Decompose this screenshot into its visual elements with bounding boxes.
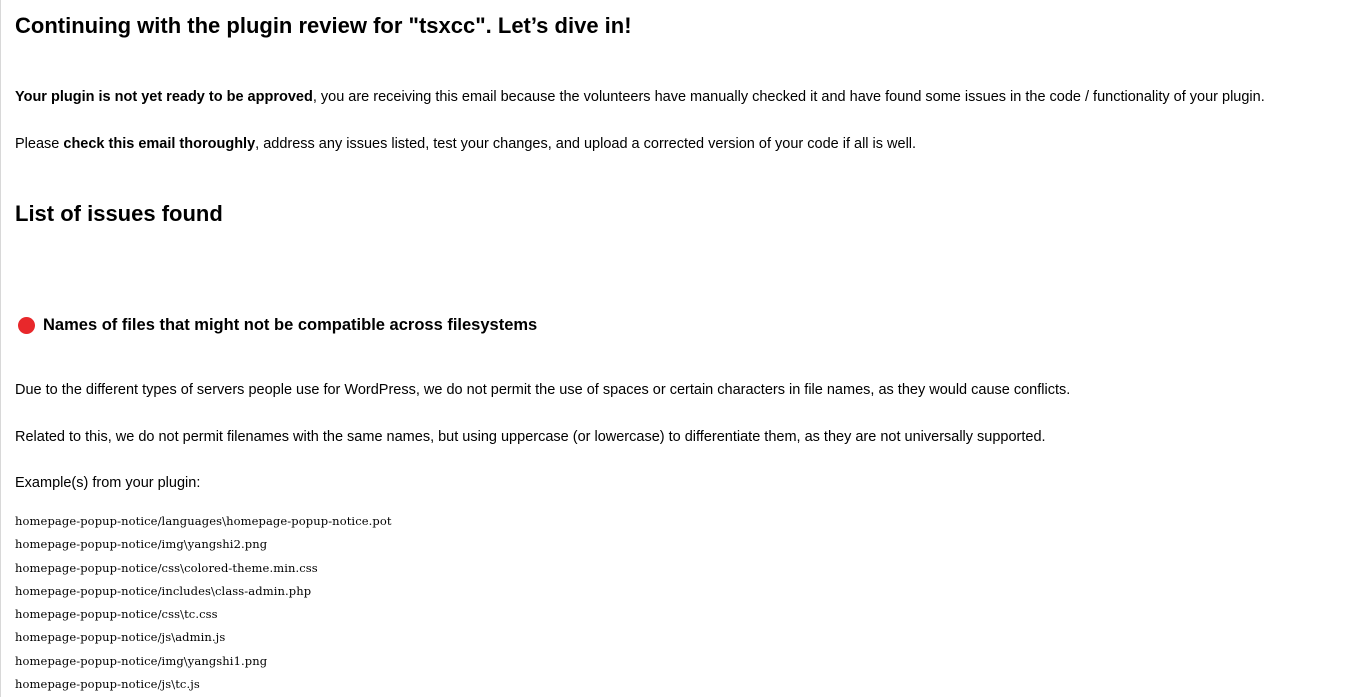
issue-title: Names of files that might not be compati…	[18, 313, 537, 337]
issue-description-2: Related to this, we do not permit filena…	[15, 429, 1046, 445]
check-suffix: , address any issues listed, test your c…	[255, 136, 917, 152]
example-file: homepage-popup-notice/includes\class-adm…	[15, 583, 312, 598]
check-bold: check this email thoroughly	[63, 136, 256, 152]
intro-paragraph: Your plugin is not yet ready to be appro…	[15, 87, 1265, 107]
left-divider	[0, 0, 1, 697]
page-title: Continuing with the plugin review for "t…	[15, 13, 632, 38]
red-circle-icon	[18, 316, 35, 334]
example-file: homepage-popup-notice/img\yangshi2.png	[15, 537, 268, 552]
example-file: homepage-popup-notice/css\tc.css	[15, 607, 218, 622]
example-file: homepage-popup-notice/css\colored-theme.…	[15, 560, 318, 575]
example-file: homepage-popup-notice/languages\homepage…	[15, 514, 392, 528]
issue-title-text: Names of files that might not be compati…	[43, 315, 538, 334]
email-body: Continuing with the plugin review for "t…	[0, 0, 1369, 697]
issue-description-1: Due to the different types of servers pe…	[15, 382, 1071, 398]
check-paragraph: Please check this email thoroughly, addr…	[15, 134, 916, 154]
examples-label: Example(s) from your plugin:	[15, 475, 201, 491]
examples-list: homepage-popup-notice/languages\homepage…	[15, 510, 392, 696]
example-file: homepage-popup-notice/js\tc.js	[15, 677, 200, 692]
intro-bold: Your plugin is not yet ready to be appro…	[15, 89, 313, 105]
check-prefix: Please	[15, 136, 64, 152]
example-file: homepage-popup-notice/js\admin.js	[15, 630, 226, 645]
intro-text: , you are receiving this email because t…	[312, 89, 1265, 105]
issues-heading: List of issues found	[15, 201, 223, 226]
example-file: homepage-popup-notice/img\yangshi1.png	[15, 653, 268, 668]
